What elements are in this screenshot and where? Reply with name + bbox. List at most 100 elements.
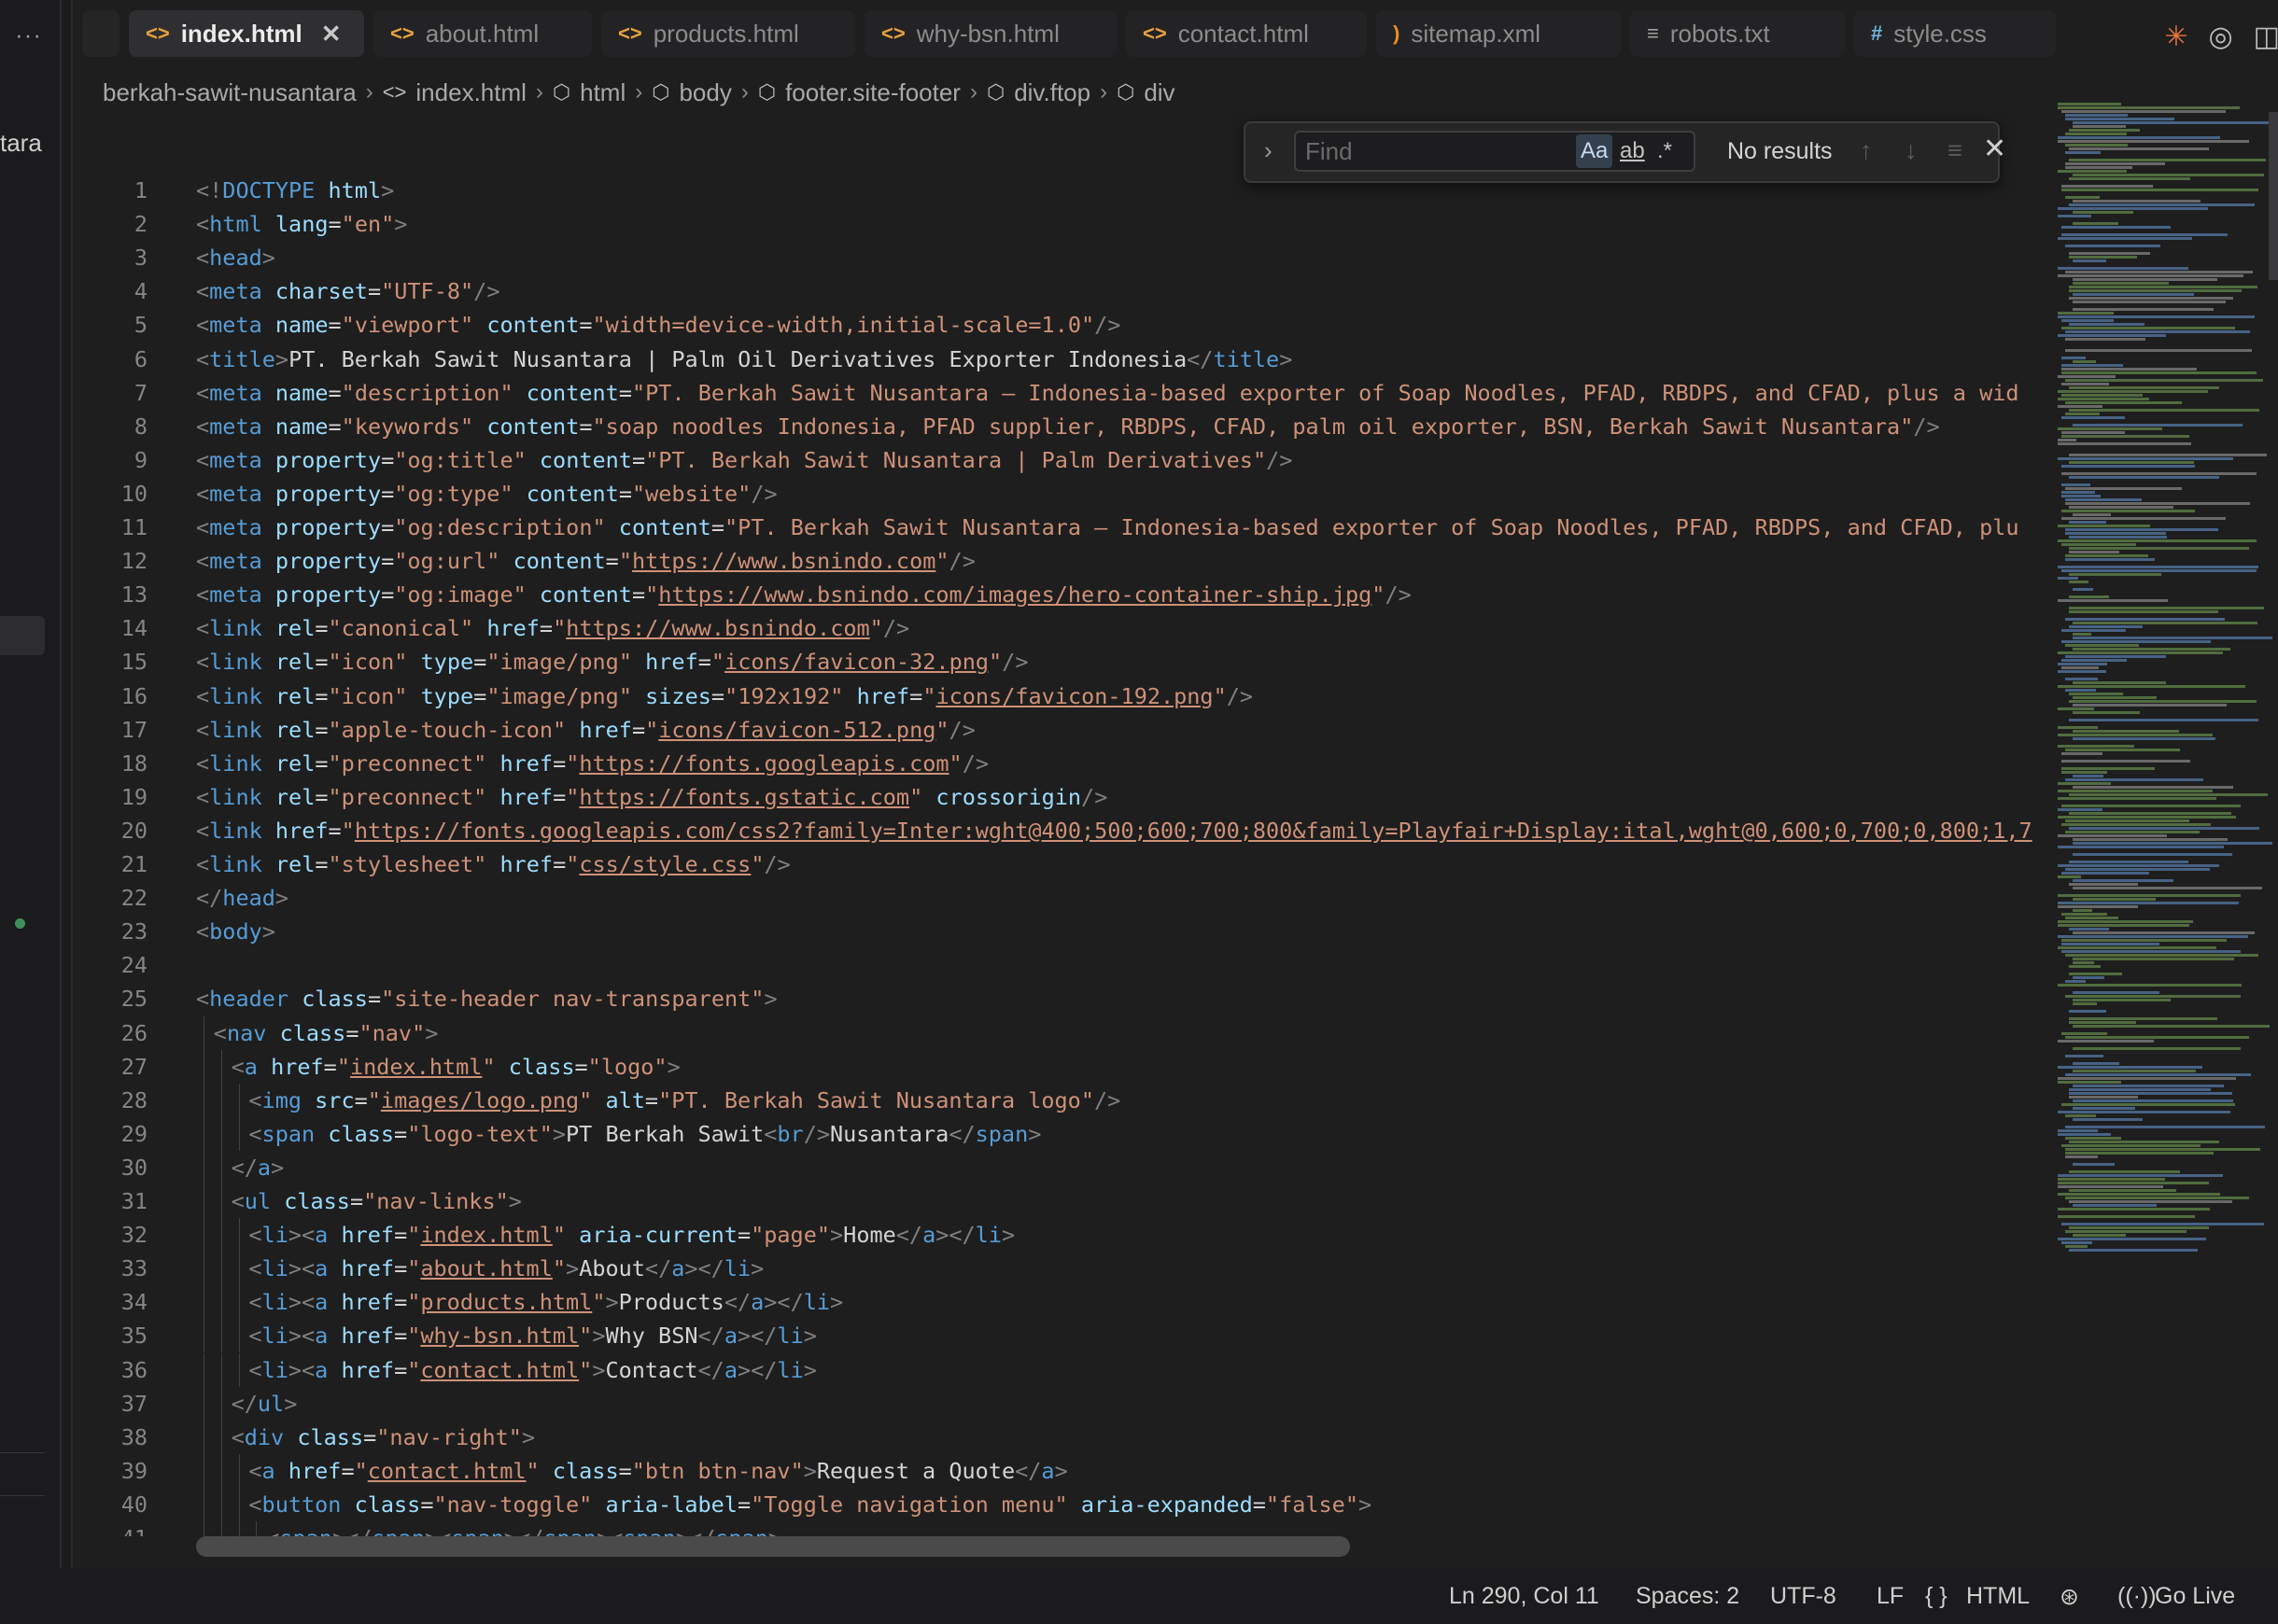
indentation[interactable]: Spaces: 2 xyxy=(1636,1583,1739,1610)
ai-spark-icon[interactable]: ✳ xyxy=(2164,21,2187,53)
breadcrumb-item[interactable]: index.html xyxy=(415,78,527,107)
sidebar-selected-item[interactable] xyxy=(0,616,45,655)
code-line[interactable]: 3 <head> xyxy=(73,241,2052,274)
breadcrumb-item[interactable]: berkah-sawit-nusantara xyxy=(103,78,357,107)
code-line[interactable]: 4 <meta charset="UTF-8"/> xyxy=(73,274,2052,308)
code-line[interactable]: 41 <span></span><span></span><span></span… xyxy=(73,1521,2052,1536)
code-line[interactable]: 12 <meta property="og:url" content="https… xyxy=(73,544,2052,578)
code-line[interactable]: 21 <link rel="stylesheet" href="css/style… xyxy=(73,847,2052,881)
code-text: <meta property="og:type" content="websit… xyxy=(196,480,778,507)
tab-index-html[interactable]: <> index.html ✕ xyxy=(129,10,364,57)
breadcrumb-item[interactable]: footer.site-footer xyxy=(785,78,961,107)
minimap-line xyxy=(2061,771,2107,774)
minimap[interactable] xyxy=(2058,103,2272,1260)
minimap-line xyxy=(2073,222,2118,225)
globe-icon[interactable]: ◎ xyxy=(2208,21,2232,53)
language-braces-icon: { } xyxy=(1925,1583,1948,1609)
code-line[interactable]: 26 <nav class="nav"> xyxy=(73,1015,2052,1050)
code-line[interactable]: 36 <li><a href="contact.html">Contact</a>… xyxy=(73,1352,2052,1387)
breadcrumb-item[interactable]: div.ftop xyxy=(1014,78,1090,107)
more-actions-icon[interactable]: ··· xyxy=(15,21,42,49)
language-mode[interactable]: HTML xyxy=(1966,1583,2030,1610)
code-line[interactable]: 28 <img src="images/logo.png" alt="PT. Be… xyxy=(73,1083,2052,1117)
breadcrumb-item[interactable]: html xyxy=(580,78,626,107)
code-line[interactable]: 40 <button class="nav-toggle" aria-label=… xyxy=(73,1487,2052,1521)
tab-about-html[interactable]: <> about.html xyxy=(373,10,592,57)
encoding[interactable]: UTF-8 xyxy=(1770,1583,1836,1610)
find-widget: › Find Aa ab .* No results ↑ ↓ ≡ ✕ xyxy=(1244,121,2006,183)
line-number: 38 xyxy=(120,1423,148,1450)
code-line[interactable]: 9 <meta property="og:title" content="PT. … xyxy=(73,443,2052,477)
code-text: <html lang="en"> xyxy=(196,211,408,238)
code-line[interactable]: 5 <meta name="viewport" content="width=de… xyxy=(73,308,2052,342)
code-line[interactable]: 24 xyxy=(73,948,2052,982)
minimap-line xyxy=(2069,547,2249,550)
tab-products-html[interactable]: <> products.html xyxy=(601,10,855,57)
code-line[interactable]: 15 <link rel="icon" type="image/png" href… xyxy=(73,645,2052,679)
find-in-selection-icon[interactable]: ≡ xyxy=(1948,136,1962,165)
close-tab-icon[interactable]: ✕ xyxy=(321,20,342,49)
code-line[interactable]: 20 <link href="https://fonts.googleapis.c… xyxy=(73,814,2052,847)
line-number: 13 xyxy=(120,581,148,609)
minimap-line xyxy=(2073,1047,2241,1050)
code-line[interactable]: 10 <meta property="og:type" content="webs… xyxy=(73,477,2052,511)
code-line[interactable]: 11 <meta property="og:description" conten… xyxy=(73,511,2052,544)
tab-why-bsn-html[interactable]: <> why-bsn.html xyxy=(865,10,1117,57)
code-line[interactable]: 14 <link rel="canonical" href="https://ww… xyxy=(73,611,2052,645)
code-line[interactable]: 17 <link rel="apple-touch-icon" href="ico… xyxy=(73,713,2052,747)
code-line[interactable]: 18 <link rel="preconnect" href="https://f… xyxy=(73,747,2052,780)
tab-robots-txt[interactable]: ≡ robots.txt xyxy=(1630,10,1845,57)
regex-toggle[interactable]: .* xyxy=(1652,134,1677,168)
code-line[interactable]: 19 <link rel="preconnect" href="https://f… xyxy=(73,780,2052,814)
cursor-position[interactable]: Ln 290, Col 11 xyxy=(1449,1583,1599,1610)
code-line[interactable]: 35 <li><a href="why-bsn.html">Why BSN</a>… xyxy=(73,1319,2052,1353)
horizontal-scrollbar[interactable] xyxy=(196,1536,1350,1557)
match-case-toggle[interactable]: Aa xyxy=(1576,134,1613,168)
copilot-icon[interactable]: ⊛ xyxy=(2060,1583,2079,1611)
code-line[interactable]: 7 <meta name="description" content="PT. B… xyxy=(73,376,2052,410)
code-line[interactable]: 32 <li><a href="index.html" aria-current=… xyxy=(73,1218,2052,1253)
code-line[interactable]: 30 </a> xyxy=(73,1150,2052,1184)
minimap-line xyxy=(2061,569,2257,572)
code-line[interactable]: 31 <ul class="nav-links"> xyxy=(73,1184,2052,1219)
next-match-icon[interactable]: ↓ xyxy=(1905,136,1918,165)
code-line[interactable]: 37 </ul> xyxy=(73,1386,2052,1421)
minimap-line xyxy=(2058,1040,2154,1043)
code-line[interactable]: 23 <body> xyxy=(73,915,2052,948)
tab-label: contact.html xyxy=(1177,19,1309,48)
close-find-icon[interactable]: ✕ xyxy=(1983,133,2006,165)
end-of-line[interactable]: LF xyxy=(1877,1583,1904,1610)
tab-contact-html[interactable]: <> contact.html xyxy=(1126,10,1367,57)
breadcrumb-item[interactable]: body xyxy=(679,78,731,107)
code-area[interactable]: 1 <!DOCTYPE html> 2 <html lang="en"> 3 <head>… xyxy=(73,174,2052,1536)
code-line[interactable]: 16 <link rel="icon" type="image/png" size… xyxy=(73,679,2052,713)
code-line[interactable]: 8 <meta name="keywords" content="soap noo… xyxy=(73,410,2052,443)
minimap-line xyxy=(2065,245,2160,247)
tab-sitemap-xml[interactable]: ) sitemap.xml xyxy=(1376,10,1621,57)
toggle-replace-icon[interactable]: › xyxy=(1264,136,1273,165)
breadcrumb-item[interactable]: div xyxy=(1144,78,1174,107)
vertical-scrollbar[interactable] xyxy=(2269,112,2278,280)
code-line[interactable]: 13 <meta property="og:image" content="htt… xyxy=(73,578,2052,611)
code-line[interactable]: 34 <li><a href="products.html">Products</… xyxy=(73,1285,2052,1320)
split-editor-icon[interactable]: ◫ xyxy=(2254,21,2278,53)
minimap-line xyxy=(2069,159,2266,161)
code-line[interactable]: 25 <header class="site-header nav-transpa… xyxy=(73,982,2052,1015)
sash-handle-icon[interactable]: ⋮ xyxy=(58,775,60,794)
tab-label: robots.txt xyxy=(1669,19,1770,48)
code-line[interactable]: 6 <title>PT. Berkah Sawit Nusantara | Pal… xyxy=(73,343,2052,376)
code-line[interactable]: 27 <a href="index.html" class="logo"> xyxy=(73,1049,2052,1084)
code-line[interactable]: 39 <a href="contact.html" class="btn btn-… xyxy=(73,1453,2052,1488)
tab-style-css[interactable]: # style.css xyxy=(1854,10,2056,57)
minimap-line xyxy=(2073,853,2232,856)
go-live-button[interactable]: Go Live xyxy=(2155,1583,2235,1610)
previous-match-icon[interactable]: ↑ xyxy=(1860,136,1873,165)
minimap-line xyxy=(2069,595,2109,598)
code-line[interactable]: 2 <html lang="en"> xyxy=(73,207,2052,241)
code-line[interactable]: 33 <li><a href="about.html">About</a></li… xyxy=(73,1252,2052,1286)
minimap-line xyxy=(2061,319,2114,322)
code-line[interactable]: 29 <span class="logo-text">PT Berkah Sawi… xyxy=(73,1116,2052,1151)
whole-word-toggle[interactable]: ab xyxy=(1615,134,1650,168)
code-line[interactable]: 38 <div class="nav-right"> xyxy=(73,1420,2052,1454)
code-line[interactable]: 22 </head> xyxy=(73,881,2052,915)
